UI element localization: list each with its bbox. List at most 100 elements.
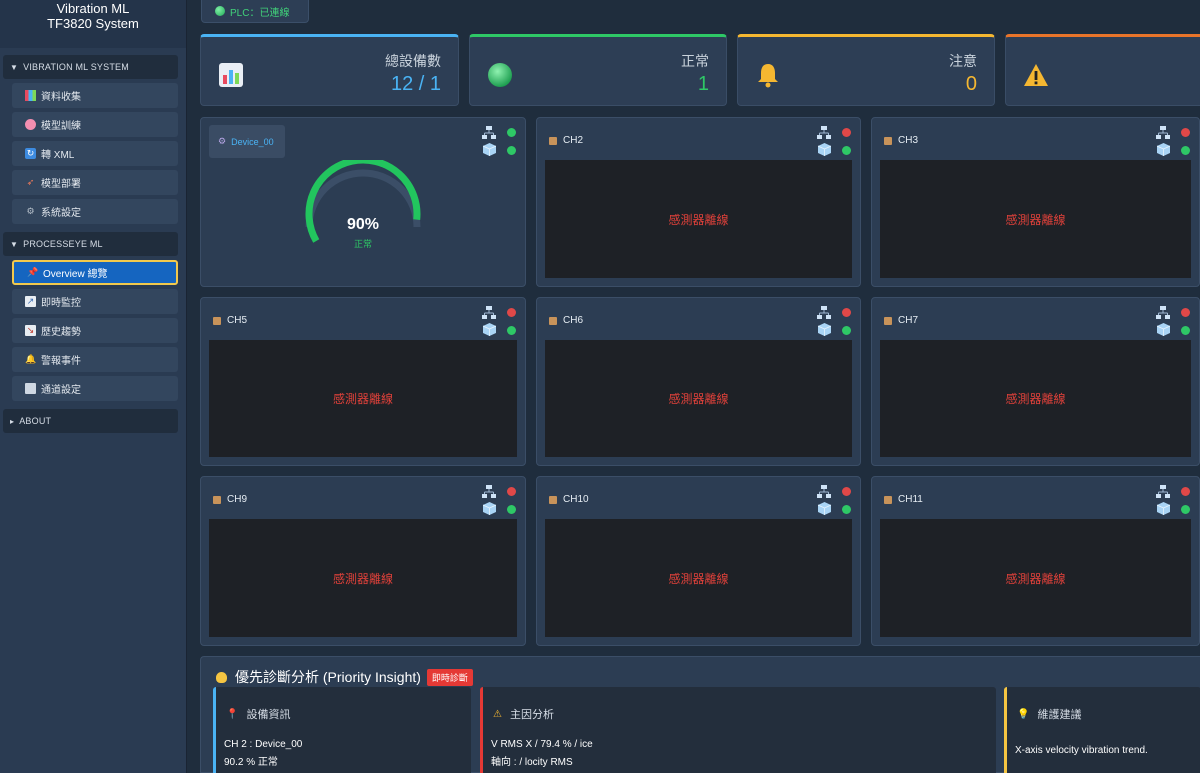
device-name: Device_00	[231, 136, 274, 147]
channel-title: CH2	[549, 135, 583, 146]
status-led-green	[842, 146, 851, 155]
package-icon	[213, 495, 221, 504]
insight-maintenance: 💡 維護建議 X-axis velocity vibration trend.	[1004, 687, 1200, 773]
cube-icon	[483, 502, 496, 515]
insight-line: V RMS X / 79.4 % / ice	[491, 739, 593, 750]
channel-name: CH11	[898, 494, 923, 505]
cube-icon	[1157, 323, 1170, 336]
status-icons	[817, 126, 851, 158]
status-icons	[482, 306, 516, 338]
stat-card-normal: 正常 1	[469, 34, 727, 106]
brand: Vibration ML TF3820 System	[0, 0, 186, 48]
group-title: PROCESSEYE ML	[23, 239, 103, 249]
status-led-red	[1181, 128, 1190, 137]
group-about[interactable]: ▸ ABOUT	[3, 409, 178, 433]
package-icon	[549, 136, 557, 145]
stat-value: 12 / 1	[390, 73, 441, 95]
device-chip[interactable]: ⚙ Device_00	[209, 125, 285, 158]
status-led-green	[1181, 505, 1190, 514]
status-icons	[817, 485, 851, 517]
network-icon	[482, 306, 496, 319]
stat-label: 注意	[949, 53, 977, 69]
group-processeye-ml[interactable]: ▼ PROCESSEYE ML	[3, 232, 178, 256]
brand-title: Vibration ML	[56, 1, 130, 16]
network-icon	[482, 126, 496, 139]
cube-icon	[818, 323, 831, 336]
channel-title: CH5	[213, 315, 247, 326]
channel-title: CH7	[884, 315, 918, 326]
channel-card-ch7[interactable]: CH7 感測器離線	[871, 297, 1200, 466]
priority-title-text: 優先診斷分析 (Priority Insight)	[235, 669, 421, 685]
sidebar-item-convert-xml[interactable]: ↻ 轉 XML	[12, 141, 178, 166]
channel-name: CH2	[563, 135, 584, 146]
sidebar-item-system-settings[interactable]: ⚙ 系統設定	[12, 199, 178, 224]
sidebar-item-model-training[interactable]: 模型訓練	[12, 112, 178, 137]
channel-card-ch2[interactable]: CH2 感測器離線	[536, 117, 861, 287]
convert-icon: ↻	[25, 148, 36, 159]
cube-icon	[483, 143, 496, 156]
insight-root-cause: ⚠ 主因分析 V RMS X / 79.4 % / ice 軸向 : / loc…	[480, 687, 996, 773]
sensor-offline-display: 感測器離線	[880, 340, 1191, 457]
gauge-value: 90%	[346, 216, 380, 233]
bulb-icon: 💡	[1017, 708, 1030, 720]
insight-line: X-axis velocity vibration trend.	[1015, 745, 1148, 756]
channel-card-ch5[interactable]: CH5 感測器離線	[200, 297, 526, 466]
sidebar-item-label: 資料收集	[41, 92, 81, 103]
insight-header: ⚠ 主因分析	[493, 706, 554, 722]
green-ball-icon	[488, 63, 512, 87]
sidebar-item-label: 轉 XML	[41, 150, 75, 161]
chart-icon	[25, 90, 36, 101]
stat-card-caution: 注意 0	[737, 34, 995, 106]
warning-icon: ⚠	[493, 708, 502, 720]
sidebar-item-channel-settings[interactable]: 通道設定	[12, 376, 178, 401]
channel-card-ch11[interactable]: CH11 感測器離線	[871, 476, 1200, 646]
network-icon	[482, 485, 496, 498]
package-icon	[549, 495, 557, 504]
stat-value: 0	[965, 73, 977, 95]
channel-title: CH11	[884, 494, 923, 505]
brain-icon	[25, 119, 36, 130]
status-icons	[1156, 485, 1190, 517]
status-led-green	[507, 505, 516, 514]
channel-name: CH10	[563, 494, 589, 505]
channel-card-ch6[interactable]: CH6 感測器離線	[536, 297, 861, 466]
pin-icon: 📌	[27, 267, 39, 277]
sidebar-item-alarm-events[interactable]: 🔔 警報事件	[12, 347, 178, 372]
warning-icon	[1024, 64, 1048, 86]
sidebar-item-model-deploy[interactable]: ➶ 模型部署	[12, 170, 178, 195]
sidebar-item-label: 歷史趨勢	[41, 327, 81, 338]
package-icon	[213, 316, 221, 325]
plc-status: PLC：已連線	[201, 0, 309, 23]
sensor-offline-display: 感測器離線	[545, 519, 852, 637]
status-led-red	[507, 308, 516, 317]
status-icons	[1156, 306, 1190, 338]
status-icons	[482, 126, 516, 158]
status-led-green	[1181, 146, 1190, 155]
sidebar-item-label: 模型訓練	[41, 121, 81, 132]
status-led-red	[842, 308, 851, 317]
channel-card-ch3[interactable]: CH3 感測器離線	[871, 117, 1200, 287]
group-vibration-ml-system[interactable]: ▼ VIBRATION ML SYSTEM	[3, 55, 178, 79]
channel-card-ch9[interactable]: CH9 感測器離線	[200, 476, 526, 646]
sidebar-item-data-collection[interactable]: 資料收集	[12, 83, 178, 108]
channel-card-ch10[interactable]: CH10 感測器離線	[536, 476, 861, 646]
sidebar-item-label: 通道設定	[41, 385, 81, 396]
cube-icon	[818, 502, 831, 515]
sensor-offline-display: 感測器離線	[545, 340, 852, 457]
sidebar-item-overview[interactable]: 📌 Overview 總覽	[12, 260, 178, 285]
sensor-offline-display: 感測器離線	[545, 160, 852, 278]
plc-connected-icon	[215, 6, 225, 16]
network-icon	[817, 485, 831, 498]
status-icons	[1156, 126, 1190, 158]
device-card-device00[interactable]: ⚙ Device_00 90% 正常	[200, 117, 526, 287]
sidebar-item-history-trend[interactable]: ↘ 歷史趨勢	[12, 318, 178, 343]
sidebar-item-live-monitor[interactable]: ↗ 即時監控	[12, 289, 178, 314]
insight-header: 📍 設備資訊	[226, 706, 290, 722]
status-icons	[482, 485, 516, 517]
sidebar-item-label: 警報事件	[41, 356, 81, 367]
insight-line: 90.2 % 正常	[224, 757, 278, 768]
cube-icon	[818, 143, 831, 156]
channel-title: CH9	[213, 494, 247, 505]
plc-status-label: PLC：已連線	[230, 7, 290, 19]
stat-label: 總設備數	[385, 53, 441, 69]
